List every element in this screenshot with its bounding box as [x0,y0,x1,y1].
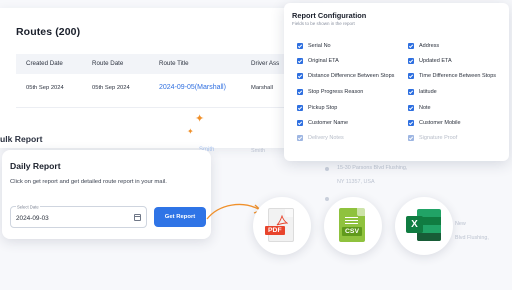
column-route-date[interactable]: Route Date [92,60,123,67]
column-route-title[interactable]: Route Title [159,60,189,67]
field-checkbox[interactable]: Address [408,42,439,50]
field-checkbox[interactable]: latitude [408,88,437,96]
location-pin-icon [325,167,329,171]
field-checkbox[interactable]: Updated ETA [408,57,452,65]
field-checkbox[interactable]: Pickup Stop [297,104,337,112]
field-checkbox[interactable]: Customer Mobile [408,119,461,127]
cell-created-date: 05th Sep 2024 [26,85,64,91]
checkbox-icon[interactable] [408,89,414,95]
field-checkbox[interactable]: Stop Progress Reason [297,88,363,96]
checkbox-icon[interactable] [408,73,414,79]
csv-file-icon: CSV [339,208,365,242]
field-checkbox[interactable]: Serial No [297,42,331,50]
checkbox-icon[interactable] [408,58,414,64]
field-checkbox[interactable]: Distance Difference Between Stops [297,72,394,80]
field-checkbox[interactable]: Signature Proof [408,134,457,142]
row-divider [16,107,330,108]
checkbox-icon[interactable] [297,135,303,141]
sparkle-icon: ✦ [187,127,194,136]
routes-table-header: Created Date Route Date Route Title Driv… [16,54,330,74]
checkbox-icon[interactable] [297,89,303,95]
field-checkbox[interactable]: Note [408,104,431,112]
route-title-link[interactable]: 2024-09-05(Marshall) [159,84,226,91]
csv-label: CSV [342,227,362,236]
checkbox-icon[interactable] [297,58,303,64]
sparkle-icon: ✦ [195,113,205,125]
excel-logo-icon: X [406,216,423,233]
cell-route-date: 05th Sep 2024 [92,85,130,91]
config-subtitle: Fields to be shown in the report [292,21,355,26]
column-created-date[interactable]: Created Date [26,60,63,67]
pdf-label: PDF [265,226,285,235]
pdf-export-button[interactable]: PDF [253,197,311,255]
date-field[interactable]: Select Date 2024-09-03 [10,204,147,228]
pdf-file-icon: PDF [265,208,294,242]
routes-panel: Routes (200) Created Date Route Date Rou… [0,8,330,148]
report-configuration-card: Report Configuration Fields to be shown … [284,3,509,161]
checkbox-icon[interactable] [408,135,414,141]
checkbox-icon[interactable] [297,73,303,79]
config-title: Report Configuration [292,11,367,20]
checkbox-icon[interactable] [297,105,303,111]
csv-export-button[interactable]: CSV [324,197,382,255]
field-checkbox[interactable]: Time Difference Between Stops [408,72,496,80]
csv-lines-icon [345,217,358,218]
column-driver[interactable]: Driver Ass [251,60,279,67]
get-report-button[interactable]: Get Report [154,207,206,227]
routes-title: Routes (200) [16,26,81,38]
checkbox-icon[interactable] [297,43,303,49]
checkbox-icon[interactable] [408,43,414,49]
address-line: Blvd Flushing, [455,235,489,241]
daily-report-card: Daily Report Click on get report and get… [2,150,211,239]
bulk-report-title: ulk Report [0,134,43,144]
cell-driver: Marshall [251,85,273,91]
checkbox-icon[interactable] [408,120,414,126]
checkbox-icon[interactable] [297,120,303,126]
date-field-label: Select Date [16,204,40,210]
field-checkbox[interactable]: Delivery Notes [297,134,344,142]
field-checkbox[interactable]: Original ETA [297,57,339,65]
date-field-value[interactable]: 2024-09-03 [16,215,49,222]
calendar-icon[interactable] [134,214,141,221]
address-line: 15-30 Parsons Blvd Flushing, [337,165,408,171]
daily-report-description: Click on get report and get detailed rou… [10,179,167,185]
location-pin-icon [325,197,329,201]
faded-driver: Smith [251,148,266,154]
field-checkbox[interactable]: Customer Name [297,119,348,127]
address-line: New [455,221,466,227]
excel-export-button[interactable]: X [395,197,453,255]
checkbox-icon[interactable] [408,105,414,111]
address-line: NY 11357, USA [337,179,375,185]
daily-report-title: Daily Report [10,161,61,171]
